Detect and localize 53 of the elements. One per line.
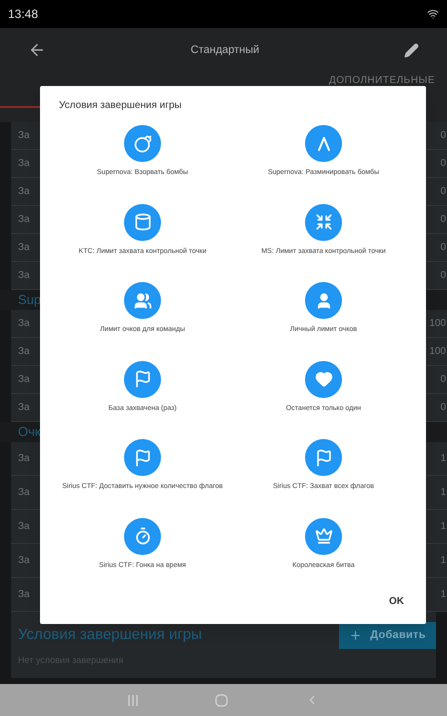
- row-label: За: [18, 520, 30, 534]
- tab[interactable]: ДОПОЛНИТЕЛЬНЫЕ: [328, 73, 435, 88]
- back-icon[interactable]: [28, 41, 46, 59]
- row-value: 1: [440, 554, 446, 568]
- row-label: За: [18, 157, 30, 171]
- row-value: 0: [440, 401, 446, 415]
- ok-button[interactable]: OK: [379, 590, 414, 613]
- recent-apps-icon[interactable]: [128, 694, 138, 706]
- row-label: За: [18, 554, 30, 568]
- row-label: За: [18, 269, 30, 283]
- row-value: 0: [440, 241, 446, 255]
- flag-icon[interactable]: [305, 439, 342, 476]
- bomb-icon[interactable]: [124, 125, 161, 162]
- row-value: 0: [440, 269, 446, 283]
- row-value: 1: [440, 452, 446, 466]
- row-value: 0: [440, 157, 446, 171]
- section-header: Sup: [18, 291, 42, 310]
- row-label: За: [18, 486, 30, 500]
- plus-icon: [349, 629, 362, 642]
- row-label: За: [18, 129, 30, 143]
- row-value: 0: [440, 185, 446, 199]
- person-icon[interactable]: [305, 282, 342, 319]
- row-value: 1: [440, 520, 446, 534]
- crown-icon[interactable]: [305, 518, 342, 554]
- row-value: 0: [440, 373, 446, 387]
- row-value: 0: [440, 129, 446, 143]
- row-value: 0: [440, 213, 446, 227]
- edit-icon[interactable]: [404, 42, 419, 58]
- stopwatch-icon[interactable]: [124, 518, 161, 554]
- row-label: За: [18, 185, 30, 199]
- flag-icon[interactable]: [124, 439, 161, 476]
- row-label: За: [18, 213, 30, 227]
- row-value: 1: [440, 486, 446, 500]
- row-value: 1: [440, 588, 446, 602]
- row-label: За: [18, 241, 30, 255]
- row-value: 100: [429, 345, 446, 359]
- home-icon[interactable]: [214, 694, 228, 706]
- section-header: Очк: [18, 423, 41, 442]
- section-header: Условия завершения игры: [18, 625, 202, 646]
- app-bar-title: Стандартный: [190, 42, 260, 58]
- row-label: За: [18, 588, 30, 602]
- row-label: За: [18, 345, 30, 359]
- group-icon[interactable]: [124, 282, 161, 319]
- row-value: 100: [429, 317, 446, 331]
- shrink-arrows-icon[interactable]: [305, 204, 342, 240]
- flag-icon[interactable]: [124, 360, 161, 398]
- row-label: За: [18, 452, 30, 466]
- dialog-title: Условия завершения игры: [59, 99, 183, 113]
- barrel-icon[interactable]: [124, 204, 161, 240]
- row-label: За: [18, 317, 30, 331]
- status-time: 13:48: [8, 6, 38, 23]
- row-label: За: [18, 401, 30, 415]
- row-label: За: [18, 373, 30, 387]
